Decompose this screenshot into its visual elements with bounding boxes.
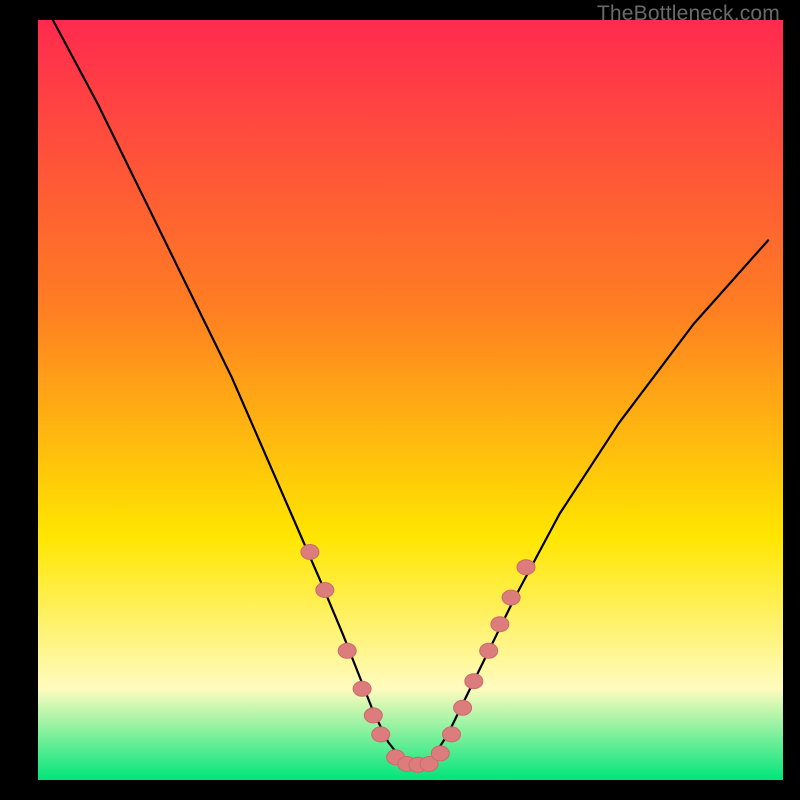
data-marker [316,583,334,598]
plot-background [38,20,783,780]
data-marker [301,545,319,560]
data-marker [480,643,498,658]
chart-svg [38,20,783,780]
data-marker [465,674,483,689]
data-marker [338,643,356,658]
data-marker [353,681,371,696]
data-marker [431,746,449,761]
data-marker [454,700,472,715]
data-marker [517,560,535,575]
data-marker [364,708,382,723]
plot-area [38,20,783,780]
chart-frame: TheBottleneck.com [0,0,800,800]
data-marker [502,590,520,605]
data-marker [491,617,509,632]
data-marker [443,727,461,742]
data-marker [372,727,390,742]
